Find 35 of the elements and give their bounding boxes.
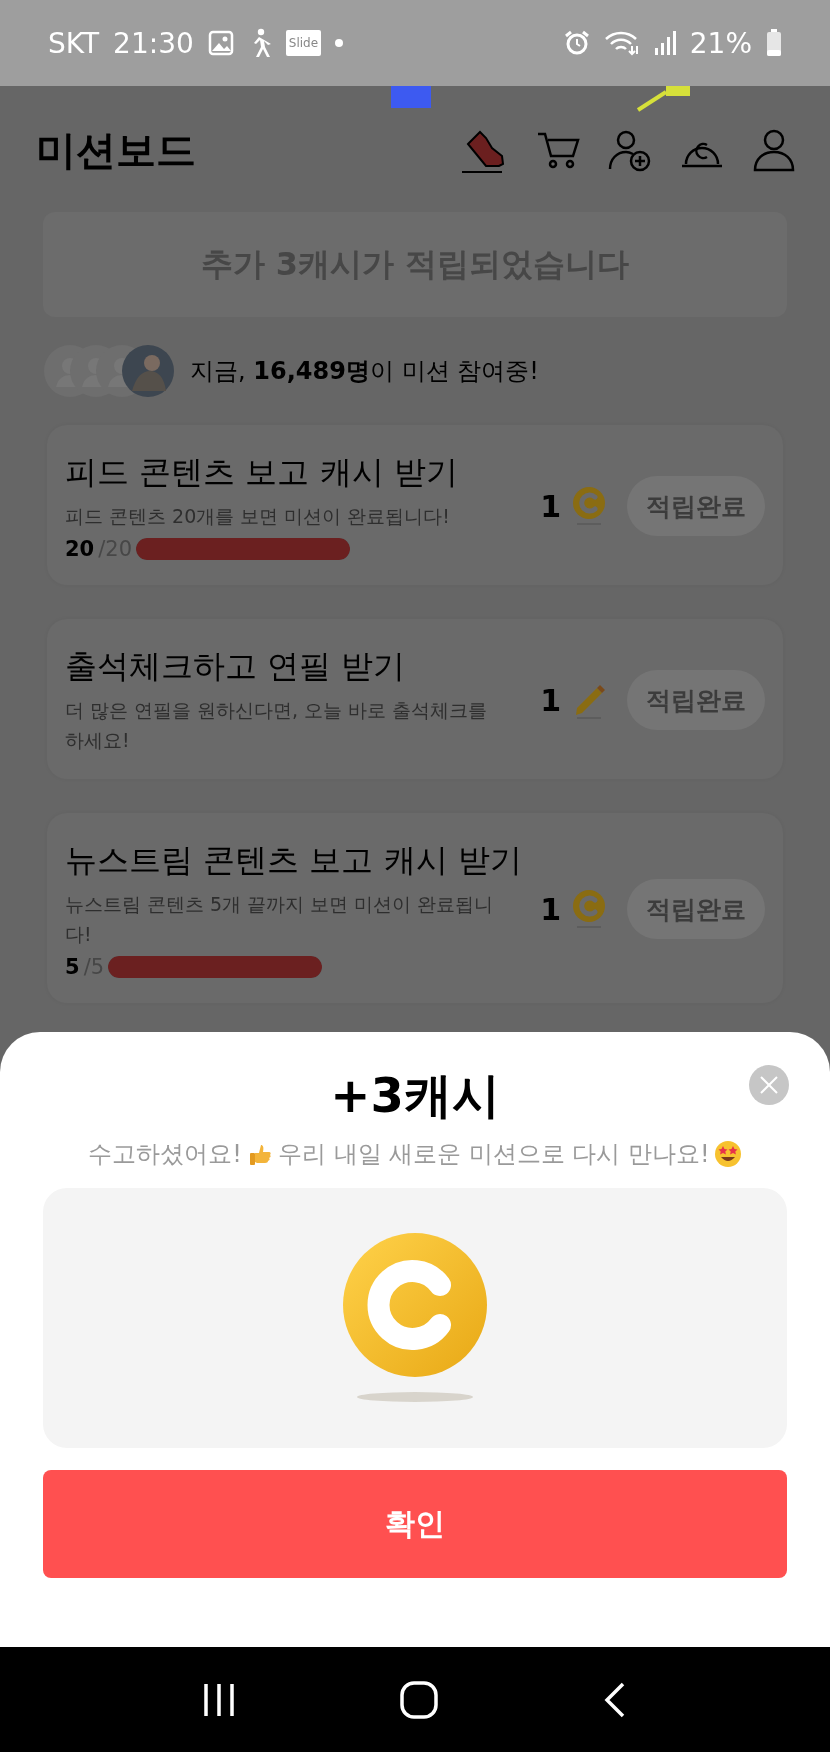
mission-title: 피드 콘텐츠 보고 캐시 받기 [65, 452, 459, 493]
image-icon [207, 30, 234, 56]
battery-percent: 21% [689, 26, 752, 60]
page-title: 미션보드 [36, 125, 197, 175]
mission-title: 뉴스트림 콘텐츠 보고 캐시 받기 [65, 840, 523, 881]
sheet-message: 우리 내일 새로운 미션으로 다시 만나요! [277, 1139, 710, 1170]
app-badge: Slide [285, 30, 322, 56]
alarm-icon [563, 30, 590, 56]
add-user-icon[interactable] [608, 128, 652, 172]
recent-apps-icon[interactable] [201, 1681, 237, 1718]
mission-description: 뉴스트림 콘텐츠 5개 끝까지 보면 미션이 완료됩니다! [65, 892, 495, 947]
battery-icon [766, 29, 782, 57]
confirm-button[interactable]: 확인 [43, 1470, 787, 1578]
star-eyes-icon [713, 1140, 742, 1168]
carrier: SKT [48, 26, 100, 60]
clock: 21:30 [113, 26, 194, 60]
reward-amount: 1 [540, 682, 561, 718]
signal-icon [653, 30, 676, 56]
highlight-mark [391, 86, 431, 108]
reward-amount: 1 [540, 488, 561, 524]
mission-description: 피드 콘텐츠 20개를 보면 미션이 완료됩니다! [65, 504, 451, 529]
mission-description: 더 많은 연필을 원하신다면, 오늘 바로 출석체크를 하세요! [65, 698, 489, 753]
progress-count: 20 [65, 537, 95, 561]
wifi-icon [603, 30, 640, 56]
close-icon [759, 1075, 779, 1095]
arrow-mark [636, 86, 692, 112]
dot-icon [335, 39, 344, 47]
reward-amount: 1 [540, 891, 561, 927]
participants-text: 지금, 16,489명이 미션 참여중! [190, 356, 539, 387]
sheet-title: +3캐시 [330, 1066, 500, 1125]
sheet-message: 수고하셨어요! [88, 1139, 242, 1170]
mission-title: 출석체크하고 연필 받기 [65, 646, 407, 687]
progress-count: 5 [65, 955, 80, 979]
user-icon[interactable] [752, 128, 796, 172]
home-icon[interactable] [399, 1679, 439, 1720]
